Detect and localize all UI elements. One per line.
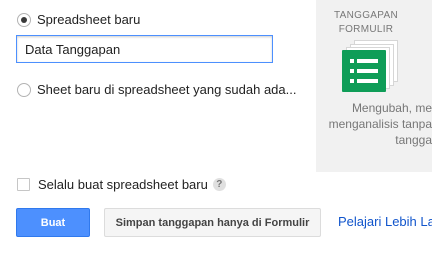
always-new-checkbox[interactable] xyxy=(17,178,30,191)
create-button[interactable]: Buat xyxy=(16,208,90,237)
panel-title: TANGGAPAN FORMULIR xyxy=(316,9,416,37)
panel-description: Mengubah, me menganalisis tanpa tangga xyxy=(316,100,432,148)
spreadsheet-name-input[interactable] xyxy=(16,35,273,63)
sheets-icon xyxy=(342,50,386,92)
form-responses-panel: TANGGAPAN FORMULIR Mengubah, me menganal… xyxy=(316,0,432,172)
learn-more-link[interactable]: Pelajari Lebih La xyxy=(338,214,432,229)
new-spreadsheet-label: Spreadsheet baru xyxy=(37,12,141,27)
panel-title-line1: TANGGAPAN xyxy=(333,10,398,21)
panel-desc-line3: tangga xyxy=(395,133,432,147)
always-new-option[interactable]: Selalu buat spreadsheet baru ? xyxy=(17,177,226,192)
always-new-label: Selalu buat spreadsheet baru xyxy=(38,177,208,192)
panel-title-line2: FORMULIR xyxy=(338,24,394,35)
option-new-spreadsheet[interactable]: Spreadsheet baru xyxy=(17,12,140,27)
option-existing-spreadsheet[interactable]: Sheet baru di spreadsheet yang sudah ada… xyxy=(17,82,296,97)
existing-spreadsheet-radio[interactable] xyxy=(17,82,31,97)
panel-desc-line1: Mengubah, me xyxy=(351,101,432,115)
help-icon[interactable]: ? xyxy=(212,178,226,191)
new-spreadsheet-radio[interactable] xyxy=(17,12,31,27)
keep-in-forms-button[interactable]: Simpan tanggapan hanya di Formulir xyxy=(104,208,321,237)
existing-spreadsheet-label: Sheet baru di spreadsheet yang sudah ada… xyxy=(37,82,297,97)
panel-desc-line2: menganalisis tanpa xyxy=(328,117,432,131)
